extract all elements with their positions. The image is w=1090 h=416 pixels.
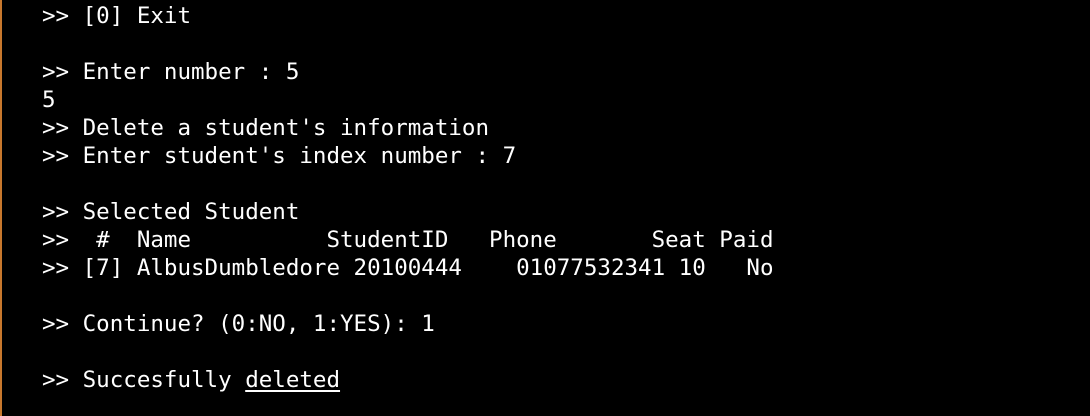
table-header-row: >> # Name StudentID Phone Seat Paid [42,227,774,253]
deleted-word: deleted [245,367,341,393]
continue-prompt: >> Continue? (0:NO, 1:YES): 1 [42,311,435,337]
selected-student-title: >> Selected Student [42,199,300,225]
index-number-prompt: >> Enter student's index number : 7 [42,143,517,169]
delete-info-line: >> Delete a student's information [42,115,490,141]
table-row: >> [7] AlbusDumbledore 20100444 01077532… [42,255,774,281]
echo-input-line: 5 [42,87,56,113]
enter-number-prompt: >> Enter number : 5 [42,59,300,85]
menu-exit-line: >> [0] Exit [42,3,192,29]
success-message: >> Succesfully deleted [42,366,340,394]
success-prefix: >> Succesfully [42,367,246,393]
terminal-window[interactable]: >> [0] Exit >> Enter number : 5 5 >> Del… [0,0,1090,416]
